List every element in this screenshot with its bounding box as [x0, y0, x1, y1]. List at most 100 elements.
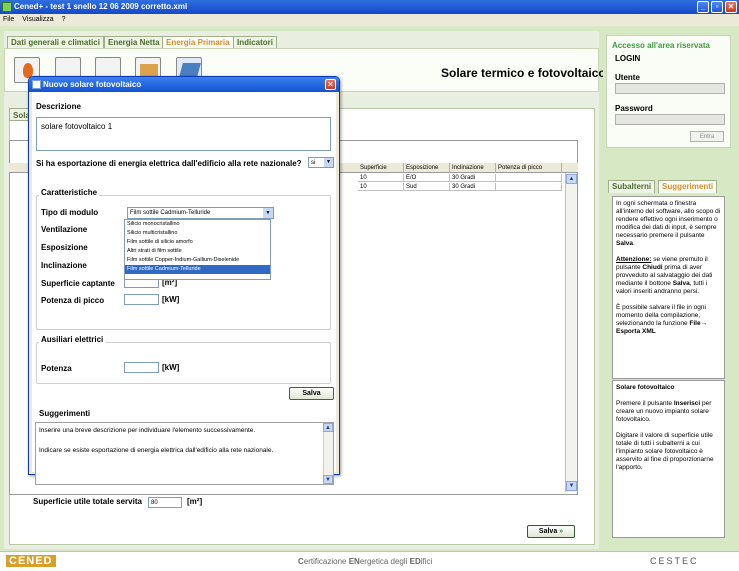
main-save-button[interactable]: Salva » [527, 525, 575, 538]
login-box: Accesso all'area riservata LOGIN Utente … [606, 35, 731, 148]
table-cell[interactable]: E/O [404, 174, 450, 182]
table-cell[interactable]: 10 [358, 174, 404, 182]
chevron-down-icon: ▼ [324, 158, 333, 167]
chevron-down-icon: ▼ [263, 208, 273, 218]
col-inclinazione[interactable]: Inclinazione [450, 163, 496, 173]
section-title: Solare termico e fotovoltaico [441, 66, 606, 80]
dialog-title: Nuovo solare fotovoltaico [43, 80, 142, 89]
enter-button[interactable]: Entra [690, 131, 724, 142]
ventilation-label: Ventilazione [41, 225, 88, 234]
inclination-label: Inclinazione [41, 261, 87, 270]
col-esposizione[interactable]: Esposizione [404, 163, 450, 173]
dialog-title-bar: Nuovo solare fotovoltaico [29, 77, 339, 92]
menu-bar: File Visualizza ? [0, 14, 739, 26]
surface-input[interactable]: 80 [148, 497, 182, 508]
option-mono[interactable]: Silicio monocristallino [125, 220, 270, 229]
help-text: Digitare il valore di superficie utile t… [616, 432, 714, 471]
help-warning: Attenzione: [616, 256, 652, 263]
table-cell[interactable] [496, 183, 562, 191]
tab-suggerimenti[interactable]: Suggerimenti [658, 180, 718, 193]
option-cigs[interactable]: Film sottile Copper-Indium-Gallium-Disel… [125, 256, 270, 265]
surface-unit: [m²] [187, 497, 203, 506]
footer: CENED Certificazione ENergetica degli ED… [0, 551, 739, 571]
option-cdte[interactable]: Film sottile Cadmium-Telluride [125, 265, 270, 274]
col-superficie[interactable]: Superficie [358, 163, 404, 173]
module-type-label: Tipo di modulo [41, 208, 99, 217]
option-multi[interactable]: Silicio multicristallino [125, 229, 270, 238]
power-unit: [kW] [162, 363, 180, 372]
export-value: si [311, 160, 316, 166]
power-label: Potenza [41, 364, 72, 373]
help-text: Premere il pulsante [616, 400, 674, 407]
close-button[interactable]: ✕ [725, 1, 737, 13]
peak-power-input[interactable] [124, 294, 159, 305]
dialog-close-button[interactable]: ✕ [325, 79, 336, 90]
user-input[interactable] [615, 83, 725, 94]
peak-power-unit: [kW] [162, 295, 180, 304]
scroll-up-icon[interactable]: ▲ [566, 174, 577, 184]
new-pv-dialog: Nuovo solare fotovoltaico ✕ Descrizione … [28, 76, 340, 485]
description-label: Descrizione [36, 102, 81, 111]
module-type-value: Film sottile Cadmium-Telluride [130, 210, 211, 216]
option-other-thin[interactable]: Altri strati di film sottile [125, 247, 270, 256]
password-label: Password [615, 104, 653, 113]
export-question: Si ha esportazione di energia elettrica … [36, 159, 302, 168]
login-header: Accesso all'area riservata [612, 41, 710, 50]
window-title: Cened+ - test 1 snello 12 06 2009 corret… [14, 2, 188, 11]
tab-subalterni[interactable]: Subalterni [608, 180, 656, 193]
footer-text: Certificazione ENergetica degli EDifici [298, 557, 433, 566]
table-cell[interactable] [496, 174, 562, 182]
table-cell[interactable]: Sud [404, 183, 450, 191]
double-arrow-icon: » [559, 528, 564, 535]
help-context-title: Solare fotovoltaico [616, 384, 675, 391]
surface-captante-label: Superficie captante [41, 279, 115, 288]
cestec-logo: CESTEC [650, 556, 699, 566]
col-potenza[interactable]: Potenza di picco [496, 163, 562, 173]
suggestion-text-2: Indicare se esiste esportazione di energ… [39, 447, 274, 454]
export-select[interactable]: si ▼ [308, 157, 334, 168]
table-scrollbar[interactable] [565, 173, 577, 492]
scroll-down-icon[interactable]: ▼ [566, 481, 577, 491]
app-icon [2, 2, 12, 12]
exposure-label: Esposizione [41, 243, 88, 252]
dialog-body: Descrizione solare fotovoltaico 1 Si ha … [32, 92, 336, 485]
menu-visualizza[interactable]: Visualizza [22, 16, 53, 23]
help-bold: Chiudi [642, 264, 663, 271]
dialog-icon [32, 80, 41, 89]
help-bold: Salva [672, 280, 690, 287]
module-type-select[interactable]: Film sottile Cadmium-Telluride ▼ [127, 207, 274, 219]
scroll-down-icon[interactable]: ▼ [323, 475, 333, 484]
title-bar: Cened+ - test 1 snello 12 06 2009 corret… [0, 0, 739, 14]
minimize-button[interactable]: _ [697, 1, 709, 13]
menu-help[interactable]: ? [62, 16, 66, 23]
help-text: In ogni schermata o finestra all'interno… [616, 200, 721, 239]
menu-file[interactable]: File [3, 16, 14, 23]
auxiliaries-title: Ausiliari elettrici [39, 335, 106, 344]
scroll-up-icon[interactable]: ▲ [323, 423, 333, 432]
help-panel-context: Solare fotovoltaico Premere il pulsante … [612, 380, 725, 538]
help-bold: Inserisci [673, 400, 701, 407]
dialog-save-button[interactable]: Salva [289, 387, 334, 400]
user-label: Utente [615, 73, 640, 82]
table-cell[interactable]: 10 [358, 183, 404, 191]
table-cell[interactable]: 30 Gradi [450, 174, 496, 182]
surface-label: Superficie utile totale servita [33, 497, 142, 506]
power-input[interactable] [124, 362, 159, 373]
cened-logo: CENED [6, 555, 56, 567]
description-input[interactable]: solare fotovoltaico 1 [36, 117, 331, 151]
suggestions-label: Suggerimenti [39, 409, 91, 418]
suggestion-text-1: Inserire una breve descrizione per indiv… [39, 427, 256, 434]
maximize-button[interactable]: ▫ [711, 1, 723, 13]
table-cell[interactable]: 30 Gradi [450, 183, 496, 191]
module-type-dropdown: Silicio monocristallino Silicio multicri… [124, 219, 271, 280]
password-input[interactable] [615, 114, 725, 125]
login-title: LOGIN [615, 54, 641, 63]
characteristics-title: Caratteristiche [39, 188, 100, 197]
auxiliaries-group [36, 342, 331, 384]
suggestions-box: Inserire una breve descrizione per indiv… [35, 422, 334, 485]
help-panel-general: In ogni schermata o finestra all'interno… [612, 196, 725, 379]
save-label: Salva [538, 528, 558, 535]
peak-power-label: Potenza di picco [41, 296, 105, 305]
option-amorphous[interactable]: Film sottile di silicio amorfo [125, 238, 270, 247]
help-bold: Salva [616, 240, 633, 247]
